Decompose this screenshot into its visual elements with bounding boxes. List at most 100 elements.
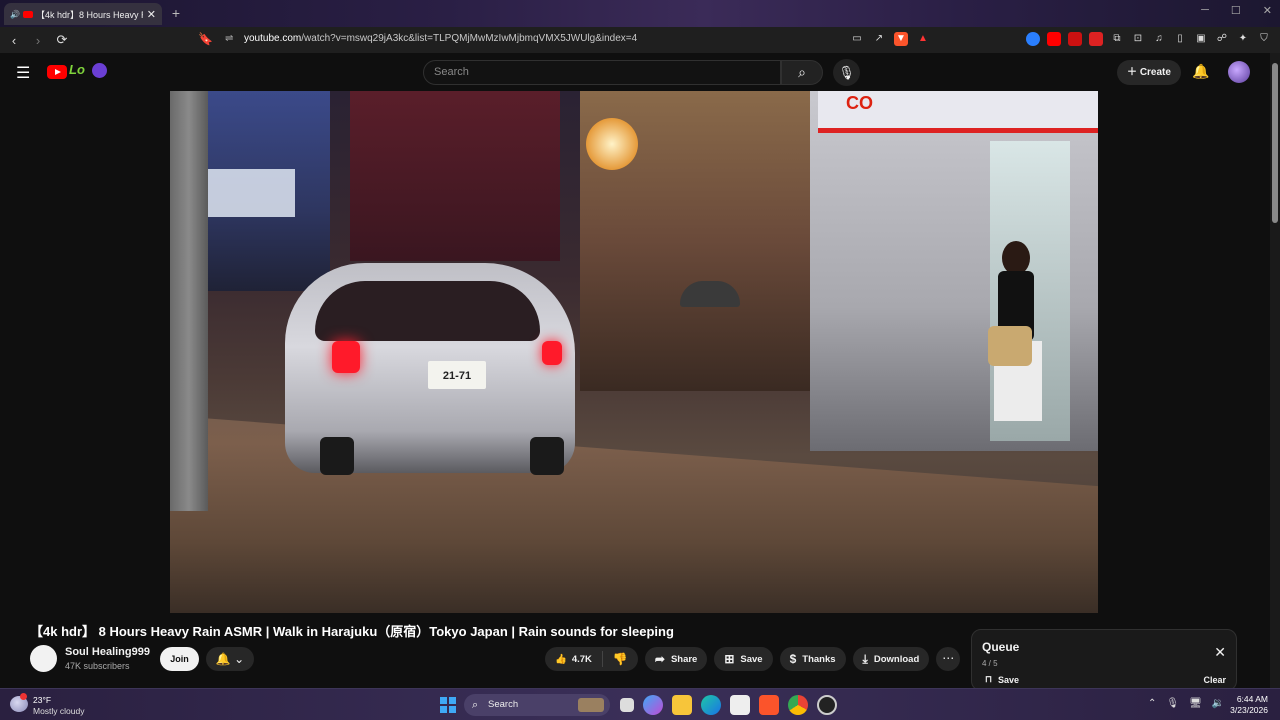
like-button[interactable]: 👍 4.7K bbox=[545, 651, 603, 667]
bookmark-icon[interactable]: 🔖 bbox=[198, 32, 213, 46]
bell-icon: 🔔 bbox=[215, 652, 231, 666]
sidebar-icon[interactable]: ▯ bbox=[1173, 32, 1187, 46]
weather-description[interactable]: Mostly cloudy bbox=[33, 706, 85, 716]
extension-puzzle-icon[interactable]: ⧉ bbox=[1110, 32, 1124, 46]
extension-blue-icon[interactable] bbox=[1026, 32, 1040, 46]
share-label: Share bbox=[670, 653, 698, 665]
youtube-header: ☰ Lo Search ⌕ 🎙 ＋ Create 🔔 bbox=[0, 53, 1280, 91]
address-bar: ‹ › ⟳ 🔖 ⇌ youtube.com/watch?v=mswq29jA3k… bbox=[0, 27, 1280, 53]
share-page-icon[interactable]: ↗ bbox=[872, 32, 886, 46]
bookmark-icon: ⊞ bbox=[724, 652, 735, 666]
minimize-icon[interactable]: ─ bbox=[1201, 4, 1209, 17]
brave-shield-icon[interactable]: ▼ bbox=[894, 32, 908, 46]
video-scene-wheel bbox=[320, 437, 354, 475]
queue-close-icon[interactable]: ✕ bbox=[1214, 644, 1226, 661]
download-button[interactable]: ⤓ Download bbox=[852, 647, 930, 671]
notifications-bell-icon[interactable]: 🔔 bbox=[1192, 63, 1209, 80]
vpn-icon[interactable]: ☍ bbox=[1215, 32, 1229, 46]
maximize-icon[interactable]: ☐ bbox=[1231, 4, 1241, 17]
extension-screenshot-icon[interactable]: ⊡ bbox=[1131, 32, 1145, 46]
youtube-logo-icon[interactable] bbox=[47, 65, 67, 79]
scrollbar-thumb[interactable] bbox=[1272, 63, 1278, 223]
weather-temperature[interactable]: 23°F bbox=[33, 695, 51, 705]
url-field[interactable]: youtube.com/watch?v=mswq29jA3kc&list=TLP… bbox=[244, 33, 637, 44]
windows-start-icon[interactable] bbox=[440, 697, 456, 713]
create-label: Create bbox=[1139, 67, 1171, 78]
user-avatar[interactable] bbox=[1228, 61, 1250, 83]
site-info-icon[interactable]: ⇌ bbox=[225, 33, 233, 44]
obs-icon[interactable] bbox=[817, 695, 837, 715]
extension-icons: ⧉ ⊡ ♫ ▯ ▣ ☍ ✦ ⛉ ≡ bbox=[1026, 32, 1280, 46]
extension-yt-icon[interactable] bbox=[1089, 32, 1103, 46]
reload-icon[interactable]: ⟳ bbox=[52, 32, 72, 48]
forward-icon[interactable]: › bbox=[28, 33, 48, 48]
like-count: 4.7K bbox=[571, 653, 592, 665]
queue-save-button[interactable]: ⊓ Save bbox=[985, 674, 1019, 685]
edge-icon[interactable] bbox=[701, 695, 721, 715]
video-scene-car-window bbox=[315, 281, 540, 341]
search-highlight-icon bbox=[578, 698, 604, 712]
pedestrian-bag bbox=[988, 326, 1032, 366]
tab-close-icon[interactable]: ✕ bbox=[147, 8, 156, 21]
clock-time: 6:44 AM bbox=[1236, 694, 1268, 704]
join-button[interactable]: Join bbox=[160, 647, 199, 671]
brave-icon[interactable] bbox=[759, 695, 779, 715]
tray-overflow-icon[interactable]: ⌃ bbox=[1148, 698, 1156, 709]
youtube-favicon-icon bbox=[22, 10, 33, 18]
dislike-button[interactable]: 👎 bbox=[603, 652, 638, 666]
extension-youtube-icon[interactable] bbox=[1047, 32, 1061, 46]
file-explorer-icon[interactable] bbox=[672, 695, 692, 715]
youtube-doodle[interactable]: Lo bbox=[69, 62, 85, 77]
brave-rewards-icon[interactable]: ▲ bbox=[916, 32, 930, 46]
queue-clear-button[interactable]: Clear bbox=[1203, 675, 1226, 685]
channel-avatar[interactable] bbox=[30, 645, 57, 672]
subscription-notifications-button[interactable]: 🔔 ⌄ bbox=[206, 647, 254, 671]
video-scene-taillight bbox=[332, 341, 360, 373]
video-player[interactable]: CO 21-71 bbox=[170, 91, 1098, 613]
video-scene-pedestrian bbox=[988, 241, 1048, 461]
browser-tab-strip: 🔊 【4k hdr】8 Hours Heavy Rain ✕ + ─ ☐ ✕ bbox=[0, 0, 1280, 27]
video-scene-pole bbox=[170, 91, 208, 511]
url-path: /watch?v=mswq29jA3kc&list=TLPQMjMwMzIwMj… bbox=[301, 33, 638, 44]
search-button[interactable]: ⌕ bbox=[781, 60, 823, 85]
search-icon: ⌕ bbox=[472, 699, 479, 711]
copilot-icon[interactable] bbox=[643, 695, 663, 715]
tray-mic-icon[interactable]: 🎙 bbox=[1166, 698, 1179, 709]
taskbar-clock[interactable]: 6:44 AM 3/23/2026 bbox=[1224, 694, 1268, 716]
close-window-icon[interactable]: ✕ bbox=[1263, 4, 1272, 17]
task-view-icon[interactable] bbox=[620, 698, 634, 712]
more-actions-button[interactable]: ⋯ bbox=[936, 647, 961, 671]
window-controls: ─ ☐ ✕ bbox=[1201, 4, 1272, 17]
thanks-label: Thanks bbox=[802, 653, 836, 665]
hamburger-menu-icon[interactable]: ☰ bbox=[16, 63, 30, 83]
extension-red-icon[interactable] bbox=[1068, 32, 1082, 46]
search-input[interactable]: Search bbox=[423, 60, 781, 85]
wallet-icon[interactable]: ▣ bbox=[1194, 32, 1208, 46]
new-tab-button[interactable]: + bbox=[168, 5, 184, 21]
chrome-icon[interactable] bbox=[788, 695, 808, 715]
save-button[interactable]: ⊞ Save bbox=[714, 647, 773, 671]
search-icon: ⌕ bbox=[798, 64, 806, 80]
cast-icon[interactable]: ▭ bbox=[850, 32, 864, 46]
taskbar-search-label: Search bbox=[488, 699, 519, 710]
shield-icon[interactable]: ⛉ bbox=[1257, 32, 1271, 46]
subscriber-count: 47K subscribers bbox=[65, 661, 130, 671]
network-icon[interactable]: 🖥 bbox=[1189, 698, 1202, 709]
voice-search-button[interactable]: 🎙 bbox=[833, 59, 860, 86]
page-scrollbar[interactable] bbox=[1270, 53, 1280, 688]
share-button[interactable]: ➦ Share bbox=[644, 647, 708, 671]
video-scene-taillight bbox=[542, 341, 562, 365]
super-thanks-icon: $ bbox=[789, 652, 797, 666]
taskbar-search[interactable]: ⌕ Search bbox=[464, 694, 610, 716]
volume-icon[interactable]: 🔉 bbox=[1212, 698, 1224, 709]
audio-playing-icon[interactable]: 🔊 bbox=[10, 10, 20, 19]
leo-ai-icon[interactable]: ✦ bbox=[1236, 32, 1250, 46]
create-button[interactable]: ＋ Create bbox=[1117, 60, 1181, 85]
channel-name[interactable]: Soul Healing999 bbox=[65, 646, 150, 658]
thanks-button[interactable]: $ Thanks bbox=[779, 647, 846, 671]
music-icon[interactable]: ♫ bbox=[1152, 32, 1166, 46]
chevron-down-icon: ⌄ bbox=[234, 652, 245, 666]
browser-tab[interactable]: 🔊 【4k hdr】8 Hours Heavy Rain ✕ bbox=[4, 3, 162, 25]
back-icon[interactable]: ‹ bbox=[4, 33, 24, 48]
store-icon[interactable] bbox=[730, 695, 750, 715]
